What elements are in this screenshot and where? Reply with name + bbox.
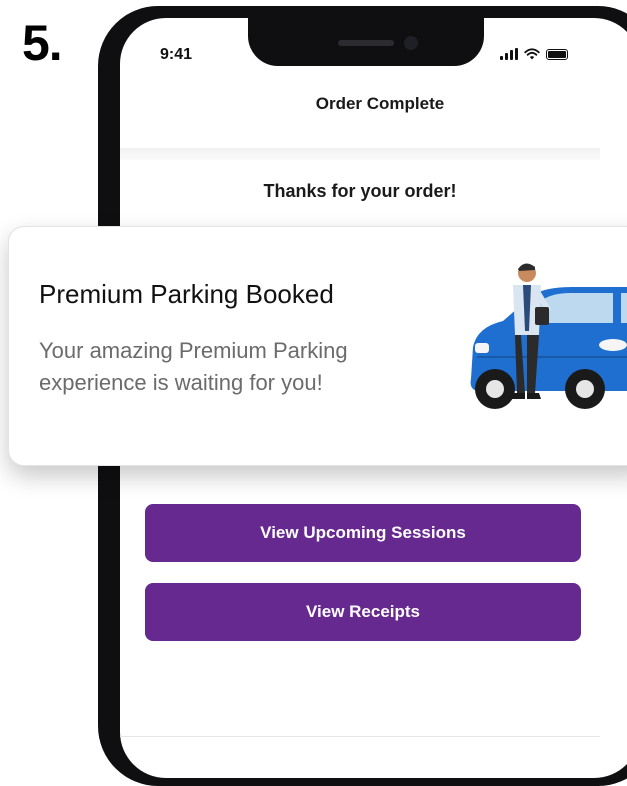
status-icons	[500, 48, 568, 60]
speaker-grille	[338, 40, 394, 46]
phone-notch	[248, 6, 484, 66]
bottom-divider	[120, 736, 600, 737]
view-upcoming-sessions-button[interactable]: View Upcoming Sessions	[145, 504, 581, 562]
battery-icon	[546, 49, 568, 60]
front-camera	[404, 36, 418, 50]
man-with-car-illustration	[470, 263, 627, 409]
status-time: 9:41	[160, 46, 193, 63]
page-title: Order Complete	[315, 94, 445, 113]
notification-title: Premium Parking Booked	[39, 279, 334, 309]
step-number: 5.	[22, 15, 63, 71]
confirmation-message: Thanks for your order!	[263, 181, 457, 201]
section-divider	[120, 148, 600, 160]
booking-notification-card[interactable]: Premium Parking Booked Your amazing Prem…	[8, 226, 627, 466]
view-receipts-button[interactable]: View Receipts	[145, 583, 581, 641]
signal-icon	[500, 48, 518, 60]
notification-body: Your amazing Premium Parking experience …	[39, 338, 348, 395]
wifi-icon	[524, 48, 540, 60]
